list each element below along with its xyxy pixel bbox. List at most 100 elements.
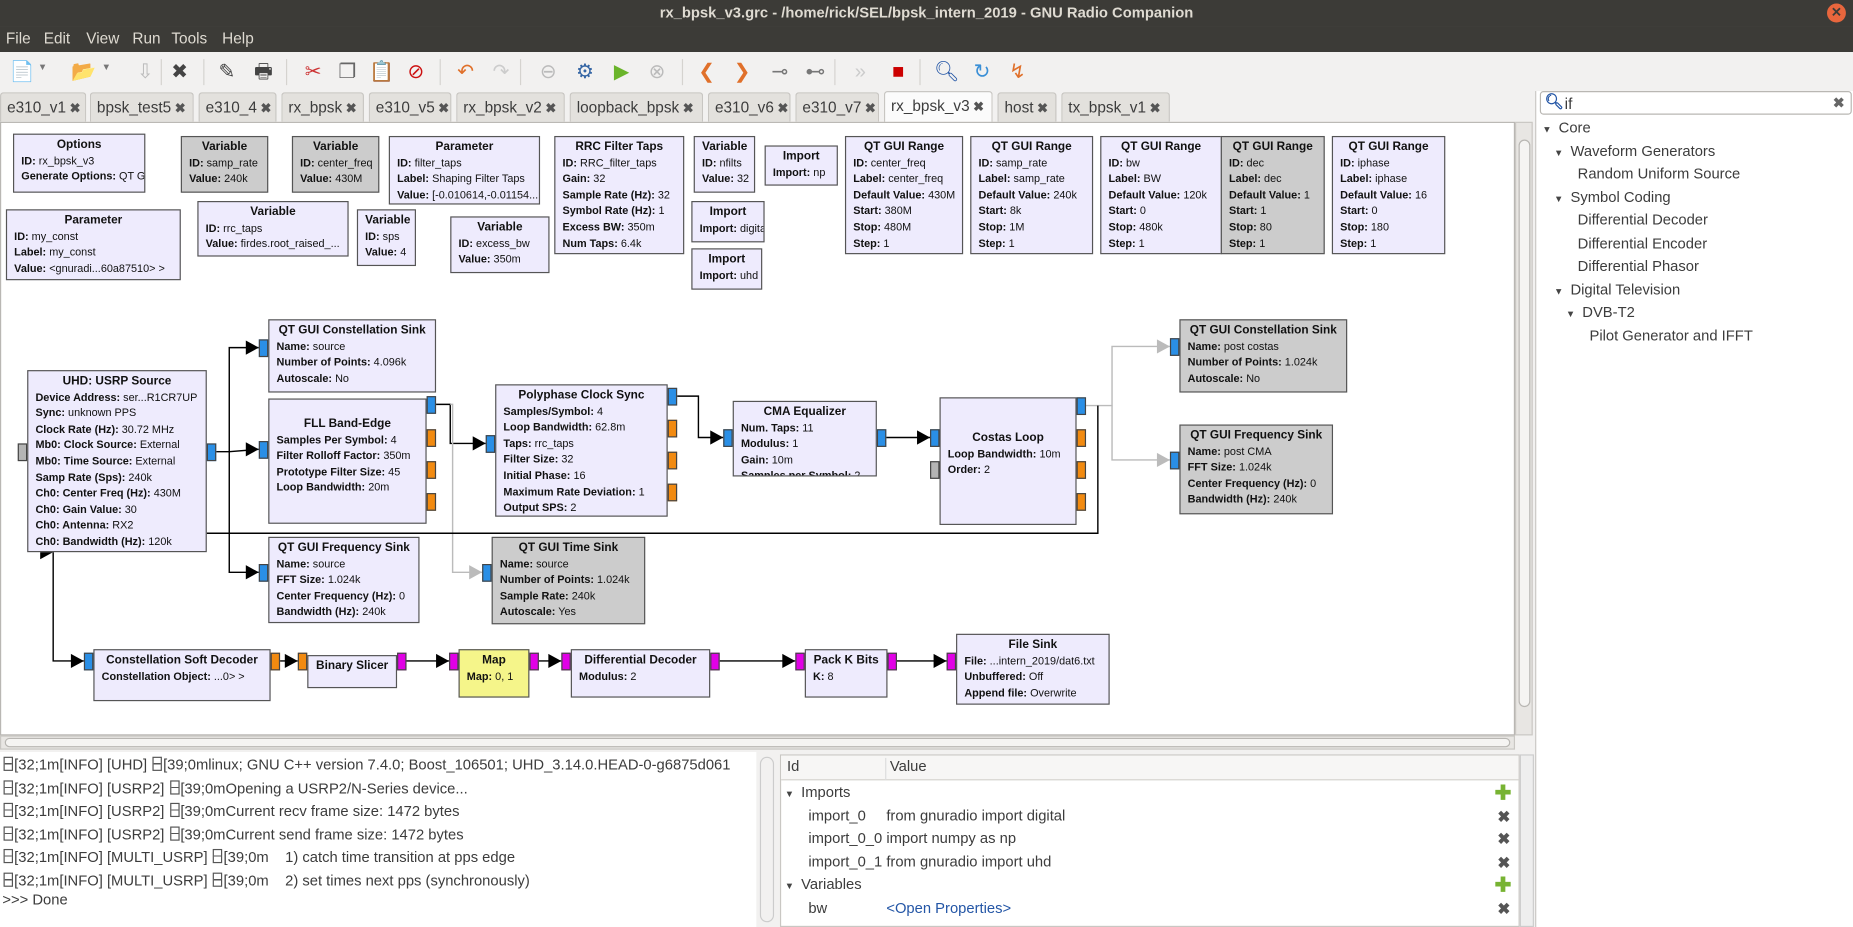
redo-icon[interactable]: ↷ [488, 59, 514, 85]
block-pack-k-bits[interactable]: Pack K Bits K: 8 [804, 649, 888, 698]
search-input-value[interactable]: if [1565, 95, 1573, 113]
block-uhd-usrp-source[interactable]: UHD: USRP Source Device Address: ser...R1… [27, 370, 207, 553]
tab-close-icon[interactable]: ✖ [545, 102, 556, 116]
generate-icon[interactable]: ⚙ [572, 59, 598, 85]
enable-icon[interactable]: ⊸ [767, 59, 793, 85]
tab-e310_v6[interactable]: e310_v6 ✖ [707, 92, 791, 122]
input-port-complex[interactable] [258, 564, 269, 582]
print-icon[interactable]: 🖶 [251, 59, 277, 85]
output-port-byte[interactable] [529, 652, 539, 671]
output-port-complex[interactable] [206, 443, 217, 462]
column-header-id[interactable]: Id [787, 758, 799, 775]
input-port-complex[interactable] [930, 429, 940, 447]
block-cma-equalizer[interactable]: CMA Equalizer Num. Taps: 11 Modulus: 1 Gain… [732, 400, 877, 477]
tree-category[interactable]: ▼ DVB-T2 [1566, 304, 1635, 321]
block-qt-gui-constellation-sink[interactable]: QT GUI Constellation Sink Name: source Num… [268, 319, 437, 393]
output-port-float[interactable] [426, 429, 437, 447]
tab-e310_v5[interactable]: e310_v5 ✖ [368, 92, 452, 122]
menu-edit[interactable]: Edit [44, 30, 70, 48]
block-fll-band-edge[interactable]: FLL Band-Edge Samples Per Symbol: 4 Filter… [268, 398, 427, 524]
block-qt-gui-range[interactable]: QT GUI Range ID: iphase Label: iphase Defau… [1331, 135, 1446, 255]
paste-icon[interactable]: 📋 [369, 59, 395, 85]
tab-host[interactable]: host ✖ [997, 92, 1057, 122]
output-port-byte[interactable] [397, 652, 407, 671]
input-port-complex[interactable] [258, 441, 269, 459]
output-port-byte[interactable] [887, 652, 897, 671]
canvas-vertical-scrollbar[interactable] [1515, 121, 1533, 736]
input-port-byte[interactable] [946, 652, 957, 671]
output-port-float[interactable] [1076, 429, 1087, 447]
tab-close-icon[interactable]: ✖ [1150, 102, 1161, 116]
input-port-complex[interactable] [83, 652, 94, 671]
connection[interactable] [1086, 345, 1170, 407]
variable-group-row[interactable]: ▼ Variables ✚ [781, 874, 1518, 896]
find-icon[interactable]: 🔍︎ [934, 59, 960, 85]
tab-loopback_bpsk[interactable]: loopback_bpsk ✖ [569, 92, 704, 122]
block-binary-slicer[interactable]: Binary Slicer [307, 655, 398, 689]
variable-row[interactable]: bw <Open Properties> ✖ [781, 897, 1518, 919]
connection[interactable] [1111, 405, 1170, 461]
output-port-complex[interactable] [1076, 397, 1087, 416]
cut-icon[interactable]: ✂ [300, 59, 326, 85]
input-port-byte[interactable] [449, 652, 459, 671]
variable-editor-scrollbar[interactable] [1519, 754, 1534, 927]
output-port-float[interactable] [667, 483, 678, 502]
block-search-field[interactable]: 🔍︎ if ✖ [1539, 91, 1852, 115]
close-icon[interactable]: ✖ [167, 59, 193, 85]
scroll-thumb[interactable] [1518, 139, 1531, 708]
tree-block[interactable]: Random Uniform Source [1578, 166, 1741, 183]
input-port-byte[interactable] [795, 652, 805, 671]
tab-e310_v1[interactable]: e310_v1 ✖ [0, 92, 87, 122]
stop-flowgraph-icon[interactable]: ■ [885, 59, 911, 85]
menu-tools[interactable]: Tools [171, 30, 207, 48]
tree-block[interactable]: Differential Decoder [1578, 212, 1708, 229]
output-port-complex[interactable] [426, 396, 437, 414]
block-variable[interactable]: Variable ID: sps Value: 4 [356, 209, 416, 267]
block-qt-gui-range[interactable]: QT GUI Range ID: bw Label: BW Default Value… [1100, 135, 1222, 255]
block-variable[interactable]: Variable ID: excess_bw Value: 350m [450, 216, 550, 274]
block-polyphase-clock-sync[interactable]: Polyphase Clock Sync Samples/Symbol: 4 Loo… [495, 384, 668, 517]
column-header-value[interactable]: Value [885, 757, 927, 781]
tree-category[interactable]: ▼ Symbol Coding [1554, 189, 1671, 206]
variable-row[interactable]: import_0_0 import numpy as np ✖ [781, 828, 1518, 850]
block-import[interactable]: Import Import: uhd [691, 248, 763, 290]
connection[interactable] [450, 403, 483, 573]
block-rrc-filter-taps[interactable]: RRC Filter Taps ID: RRC_filter_taps Gain: … [554, 135, 685, 255]
tab-close-icon[interactable]: ✖ [973, 101, 984, 115]
variable-row[interactable]: import_0 from gnuradio import digital ✖ [781, 805, 1518, 827]
tab-close-icon[interactable]: ✖ [683, 102, 694, 116]
execute-icon[interactable]: ▶ [609, 59, 635, 85]
block-variable[interactable]: Variable ID: rrc_taps Value: firdes.root_r… [197, 201, 349, 257]
add-icon[interactable]: ✚ [1495, 874, 1512, 896]
block-qt-gui-constellation-sink[interactable]: QT GUI Constellation Sink Name: post cost… [1179, 319, 1348, 393]
rotate-right-icon[interactable]: ❯ [729, 59, 755, 85]
block-options[interactable]: Options ID: rx_bpsk_v3 Generate Options: Q… [12, 133, 146, 193]
block-differential-decoder[interactable]: Differential Decoder Modulus: 2 [570, 649, 711, 698]
menu-file[interactable]: File [6, 30, 31, 48]
delete-icon[interactable]: ⊘ [403, 59, 429, 85]
output-port-float[interactable] [1076, 493, 1087, 511]
remove-icon[interactable]: ✖ [1497, 828, 1510, 850]
open-hier-icon[interactable]: ↯ [1004, 59, 1030, 85]
expander-triangle-icon[interactable]: ▼ [1542, 124, 1551, 135]
tab-close-icon[interactable]: ✖ [175, 102, 186, 116]
expander-triangle-icon[interactable]: ▼ [1554, 147, 1563, 158]
tab-tx_bpsk_v1[interactable]: tx_bpsk_v1 ✖ [1061, 92, 1170, 122]
tab-close-icon[interactable]: ✖ [865, 102, 876, 116]
block-qt-gui-range[interactable]: QT GUI Range ID: center_freq Label: center… [844, 135, 964, 255]
tree-block[interactable]: Differential Phasor [1578, 258, 1699, 275]
menu-run[interactable]: Run [132, 30, 160, 48]
output-port-byte[interactable] [710, 652, 720, 671]
copy-icon[interactable]: ❐ [334, 59, 360, 85]
connection[interactable] [677, 395, 724, 439]
remove-icon[interactable]: ✖ [1497, 897, 1510, 919]
remove-icon[interactable]: ✖ [1497, 805, 1510, 827]
clear-search-icon[interactable]: ✖ [1833, 95, 1845, 112]
canvas-horizontal-scrollbar[interactable] [0, 735, 1516, 750]
input-port-complex[interactable] [258, 339, 269, 358]
output-port-float[interactable] [426, 493, 437, 511]
tab-bpsk_test5[interactable]: bpsk_test5 ✖ [89, 92, 194, 122]
remove-icon[interactable]: ✖ [1497, 851, 1510, 873]
input-port-float[interactable] [297, 652, 308, 671]
block-qt-gui-range[interactable]: QT GUI Range ID: samp_rate Label: samp_rat… [970, 135, 1094, 255]
